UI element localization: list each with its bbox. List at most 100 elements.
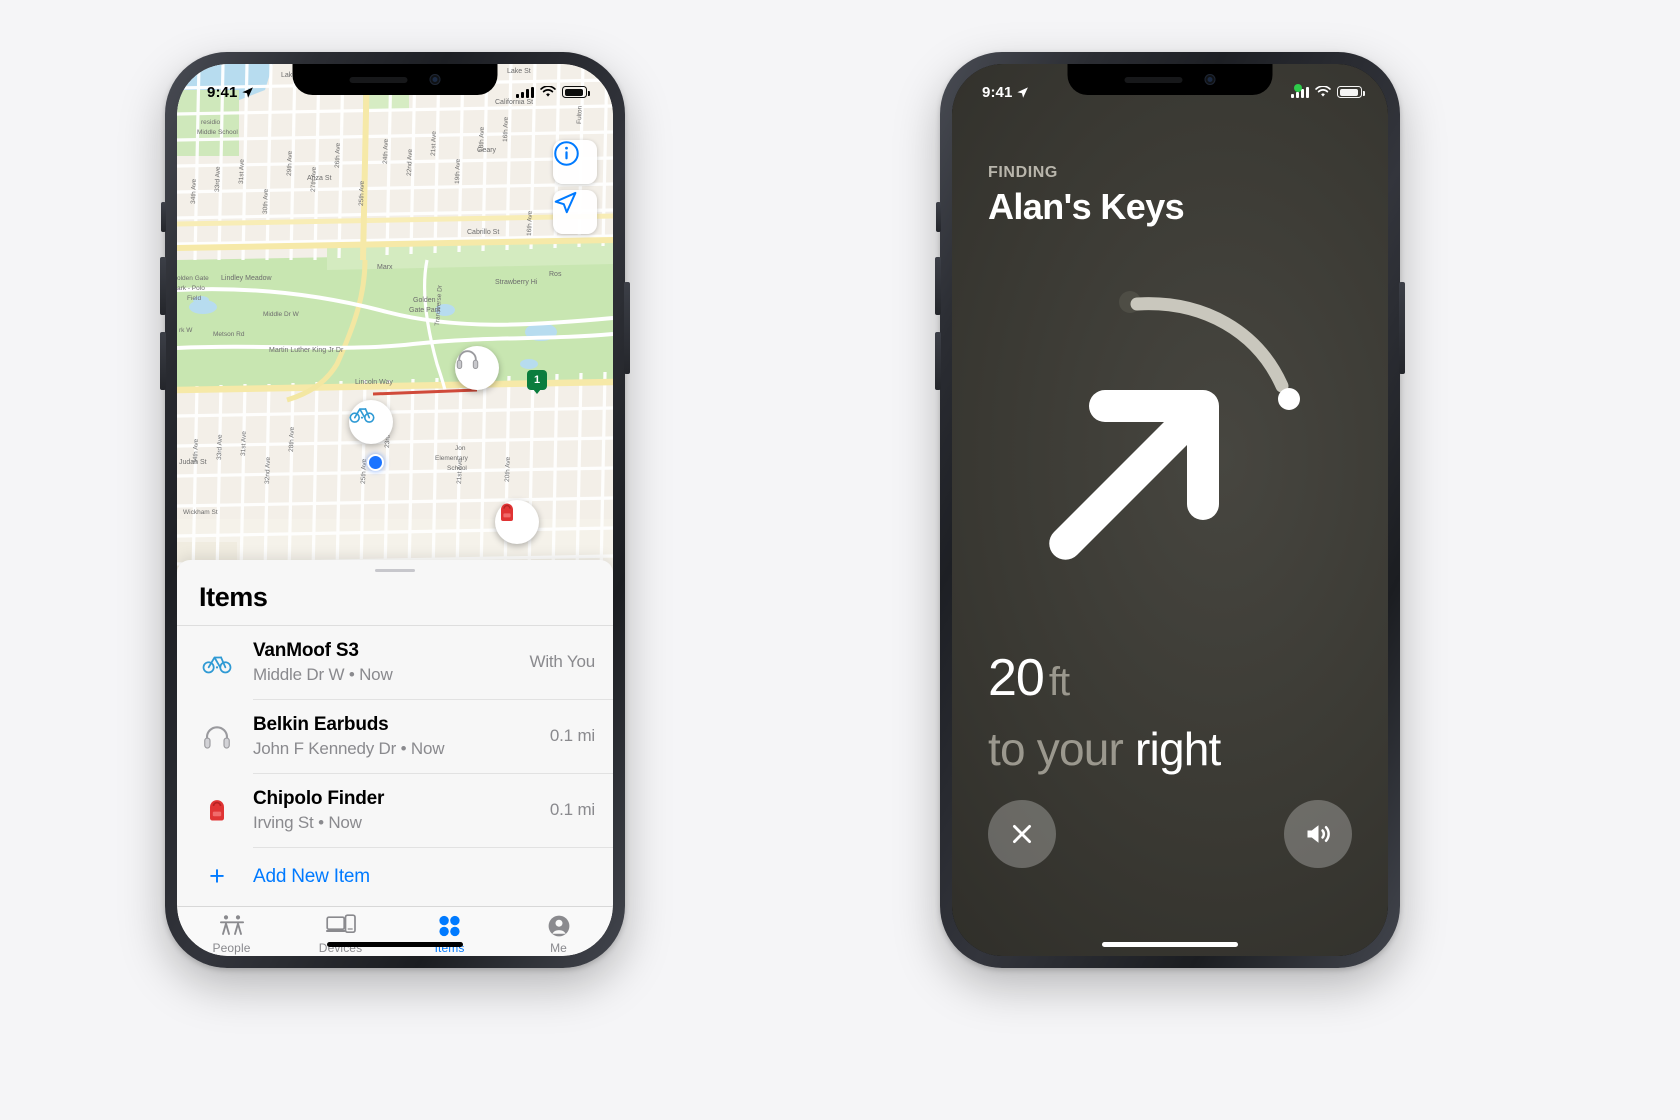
notch (292, 64, 498, 95)
earpiece-speaker (349, 76, 408, 83)
home-indicator[interactable] (327, 942, 463, 947)
svg-text:32nd Ave: 32nd Ave (264, 456, 272, 484)
distance-unit: ft (1048, 660, 1070, 704)
screenshot-stage: Lake St Lake St California St Geary Cabr… (0, 0, 1680, 1120)
item-subtitle: John F Kennedy Dr • Now (253, 738, 445, 758)
svg-text:Golden: Golden (413, 297, 436, 304)
item-detail: 0.1 mi (549, 800, 595, 820)
status-right (516, 86, 590, 98)
battery-icon (1337, 86, 1365, 98)
item-name: Belkin Earbuds (253, 713, 389, 735)
find-my-items-screen: Lake St Lake St California St Geary Cabr… (177, 64, 613, 956)
front-camera (1204, 74, 1216, 85)
close-button[interactable] (988, 800, 1056, 868)
svg-text:26th Ave: 26th Ave (334, 142, 342, 168)
direction-readout: to your right (988, 722, 1221, 776)
bicycle-icon (202, 656, 232, 674)
status-left: 9:41 (207, 84, 254, 101)
svg-text:Lincoln Way: Lincoln Way (355, 379, 393, 386)
map-info-button[interactable] (553, 140, 597, 184)
mute-switch[interactable] (936, 202, 941, 232)
person-circle-icon (548, 915, 569, 937)
add-new-item-label: Add New Item (253, 865, 370, 887)
add-new-item-button[interactable]: + Add New Item (177, 848, 613, 906)
front-camera (429, 74, 441, 85)
close-x-icon (1013, 825, 1031, 843)
svg-text:24th Ave: 24th Ave (382, 138, 390, 164)
tab-me[interactable]: Me (504, 914, 613, 955)
power-button[interactable] (624, 282, 630, 374)
svg-text:31st Ave: 31st Ave (238, 159, 246, 184)
map-view[interactable]: Lake St Lake St California St Geary Cabr… (177, 64, 613, 574)
backpack-pin[interactable] (495, 500, 539, 544)
item-icon-chipolo (195, 788, 239, 832)
devices-icon (325, 914, 356, 933)
distance-readout: 20 ft (988, 648, 1070, 708)
svg-text:Ros: Ros (549, 271, 562, 278)
volume-up-button[interactable] (935, 257, 941, 315)
svg-text:31st Ave: 31st Ave (240, 431, 248, 456)
svg-text:33rd Ave: 33rd Ave (214, 166, 222, 192)
svg-text:Field: Field (187, 295, 201, 302)
svg-text:Metson Rd: Metson Rd (213, 331, 245, 338)
svg-text:Fulton: Fulton (576, 105, 584, 124)
bicycle-pin[interactable] (349, 400, 393, 444)
left-phone-bezel: Lake St Lake St California St Geary Cabr… (177, 64, 613, 956)
locate-arrow-icon (554, 191, 577, 214)
location-arrow-icon (1017, 86, 1029, 98)
tab-devices[interactable]: Devices (286, 914, 395, 955)
page-title: Items (199, 582, 268, 613)
headphones-icon (456, 350, 479, 370)
home-indicator[interactable] (1102, 942, 1238, 947)
status-time: 9:41 (982, 83, 1013, 101)
svg-text:33rd Ave: 33rd Ave (216, 434, 224, 460)
map-canvas: Lake St Lake St California St Geary Cabr… (177, 64, 613, 574)
bicycle-icon (349, 408, 375, 423)
plus-icon: + (209, 861, 225, 892)
camera-in-use-indicator (1294, 84, 1302, 92)
item-name: VanMoof S3 (253, 639, 359, 661)
tab-items[interactable]: Items (395, 914, 504, 955)
earpiece-speaker (1124, 76, 1183, 83)
backpack-icon (210, 800, 224, 821)
svg-text:Cabrillo St: Cabrillo St (467, 229, 499, 236)
svg-text:olden Gate: olden Gate (177, 275, 209, 282)
svg-text:rk W: rk W (179, 327, 193, 334)
volume-up-button[interactable] (160, 257, 166, 315)
svg-text:Jon: Jon (455, 445, 466, 452)
item-icon-vanmoof (195, 640, 239, 684)
svg-text:16th Ave: 16th Ave (502, 116, 510, 142)
items-list: VanMoof S3 Middle Dr W • Now With You Be… (177, 626, 613, 906)
battery-icon (562, 86, 590, 98)
mute-switch[interactable] (161, 202, 166, 232)
svg-text:28th Ave: 28th Ave (288, 426, 296, 452)
status-left: 9:41 (982, 84, 1029, 101)
items-grid-icon (439, 915, 460, 936)
list-item[interactable]: VanMoof S3 Middle Dr W • Now With You (177, 626, 613, 699)
power-button[interactable] (1399, 282, 1405, 374)
right-phone-bezel: FINDING Alan's Keys 20 ft to your right … (952, 64, 1388, 956)
direction-indicator (952, 274, 1388, 634)
play-sound-button[interactable] (1284, 800, 1352, 868)
headphones-icon (204, 726, 230, 749)
headphones-pin[interactable] (455, 346, 499, 390)
item-subtitle: Irving St • Now (253, 812, 362, 832)
list-item[interactable]: Chipolo Finder Irving St • Now 0.1 mi (177, 774, 613, 847)
volume-down-button[interactable] (935, 332, 941, 390)
map-locate-button[interactable] (553, 190, 597, 234)
tab-label: Me (550, 940, 567, 955)
svg-text:Middle School: Middle School (197, 129, 238, 136)
list-item[interactable]: Belkin Earbuds John F Kennedy Dr • Now 0… (177, 700, 613, 773)
finding-label: FINDING (988, 164, 1058, 181)
wifi-icon (540, 86, 556, 97)
item-detail: With You (529, 652, 595, 672)
direction-prefix: to your (988, 723, 1124, 775)
svg-text:18th Ave: 18th Ave (478, 126, 486, 152)
item-name: Chipolo Finder (253, 787, 385, 809)
volume-down-button[interactable] (160, 332, 166, 390)
item-text: VanMoof S3 Middle Dr W • Now (253, 640, 521, 685)
notch (1067, 64, 1273, 95)
tab-label: People (212, 940, 251, 955)
tab-people[interactable]: People (177, 914, 286, 955)
svg-text:34th Ave: 34th Ave (192, 438, 200, 464)
